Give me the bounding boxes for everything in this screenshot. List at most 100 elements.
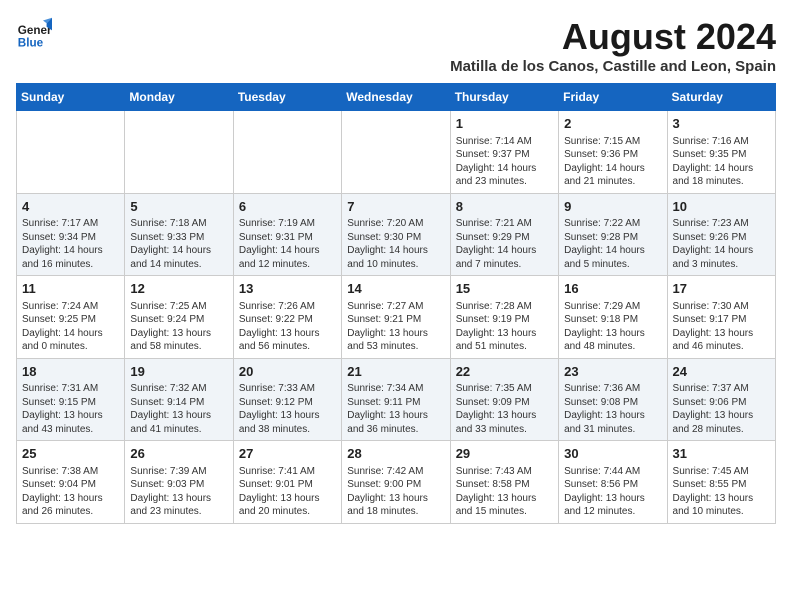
calendar-cell: 1Sunrise: 7:14 AM Sunset: 9:37 PM Daylig… [450, 111, 558, 194]
calendar-cell [342, 111, 450, 194]
day-number: 2 [564, 115, 661, 133]
calendar-cell: 22Sunrise: 7:35 AM Sunset: 9:09 PM Dayli… [450, 358, 558, 441]
calendar-cell: 31 Sunrise: 7:45 AM Sunset: 8:55 PM Dayli… [667, 441, 775, 524]
calendar-cell: 15 Sunrise: 7:28 AM Sunset: 9:19 PM Dayli… [450, 276, 558, 359]
day-number: 31 [673, 445, 770, 463]
calendar-cell [125, 111, 233, 194]
day-number: 4 [22, 198, 119, 216]
day-number: 5 [130, 198, 227, 216]
calendar-week-row: 18Sunrise: 7:31 AM Sunset: 9:15 PM Dayli… [17, 358, 776, 441]
day-info: Sunrise: 7:17 AM Sunset: 9:34 PM Dayligh… [22, 217, 119, 271]
day-number: 20 [239, 363, 336, 381]
day-number: 30 [564, 445, 661, 463]
day-info: Sunrise: 7:16 AM Sunset: 9:35 PM Dayligh… [673, 135, 770, 189]
day-info: Sunrise: 7:19 AM Sunset: 9:31 PM Dayligh… [239, 217, 336, 271]
day-info: Sunrise: 7:18 AM Sunset: 9:33 PM Dayligh… [130, 217, 227, 271]
day-info: Sunrise: 7:23 AM Sunset: 9:26 PM Dayligh… [673, 217, 770, 271]
day-info: Sunrise: 7:44 AM Sunset: 8:56 PM Dayligh… [564, 465, 661, 519]
day-info: Sunrise: 7:33 AM Sunset: 9:12 PM Dayligh… [239, 382, 336, 436]
day-info: Sunrise: 7:43 AM Sunset: 8:58 PM Dayligh… [456, 465, 553, 519]
day-info: Sunrise: 7:31 AM Sunset: 9:15 PM Dayligh… [22, 382, 119, 436]
day-number: 12 [130, 280, 227, 298]
day-of-week-header: Monday [125, 84, 233, 111]
day-info: Sunrise: 7:41 AM Sunset: 9:01 PM Dayligh… [239, 465, 336, 519]
calendar-cell [17, 111, 125, 194]
page-header: General Blue August 2024 Matilla de los … [16, 16, 776, 75]
calendar-cell: 2 Sunrise: 7:15 AM Sunset: 9:36 PM Daylig… [559, 111, 667, 194]
day-number: 28 [347, 445, 444, 463]
day-of-week-header: Tuesday [233, 84, 341, 111]
day-number: 24 [673, 363, 770, 381]
calendar-cell: 5Sunrise: 7:18 AM Sunset: 9:33 PM Daylig… [125, 193, 233, 276]
calendar-cell: 18Sunrise: 7:31 AM Sunset: 9:15 PM Dayli… [17, 358, 125, 441]
day-info: Sunrise: 7:30 AM Sunset: 9:17 PM Dayligh… [673, 300, 770, 354]
calendar-cell: 7Sunrise: 7:20 AM Sunset: 9:30 PM Daylig… [342, 193, 450, 276]
calendar-cell: 8Sunrise: 7:21 AM Sunset: 9:29 PM Daylig… [450, 193, 558, 276]
calendar-cell [233, 111, 341, 194]
day-number: 10 [673, 198, 770, 216]
day-number: 6 [239, 198, 336, 216]
day-number: 17 [673, 280, 770, 298]
day-info: Sunrise: 7:42 AM Sunset: 9:00 PM Dayligh… [347, 465, 444, 519]
calendar-cell: 23Sunrise: 7:36 AM Sunset: 9:08 PM Dayli… [559, 358, 667, 441]
day-number: 13 [239, 280, 336, 298]
day-number: 29 [456, 445, 553, 463]
header-row: SundayMondayTuesdayWednesdayThursdayFrid… [17, 84, 776, 111]
day-info: Sunrise: 7:25 AM Sunset: 9:24 PM Dayligh… [130, 300, 227, 354]
day-number: 21 [347, 363, 444, 381]
day-number: 15 [456, 280, 553, 298]
calendar-body: 1Sunrise: 7:14 AM Sunset: 9:37 PM Daylig… [17, 111, 776, 524]
calendar-cell: 13Sunrise: 7:26 AM Sunset: 9:22 PM Dayli… [233, 276, 341, 359]
calendar-week-row: 1Sunrise: 7:14 AM Sunset: 9:37 PM Daylig… [17, 111, 776, 194]
calendar-cell: 11 Sunrise: 7:24 AM Sunset: 9:25 PM Dayli… [17, 276, 125, 359]
title-area: August 2024 Matilla de los Canos, Castil… [450, 16, 776, 75]
calendar-cell: 26Sunrise: 7:39 AM Sunset: 9:03 PM Dayli… [125, 441, 233, 524]
day-info: Sunrise: 7:28 AM Sunset: 9:19 PM Dayligh… [456, 300, 553, 354]
calendar-table: SundayMondayTuesdayWednesdayThursdayFrid… [16, 83, 776, 524]
calendar-cell: 6Sunrise: 7:19 AM Sunset: 9:31 PM Daylig… [233, 193, 341, 276]
day-number: 16 [564, 280, 661, 298]
calendar-cell: 24Sunrise: 7:37 AM Sunset: 9:06 PM Dayli… [667, 358, 775, 441]
day-number: 3 [673, 115, 770, 133]
calendar-week-row: 11 Sunrise: 7:24 AM Sunset: 9:25 PM Dayli… [17, 276, 776, 359]
day-number: 9 [564, 198, 661, 216]
calendar-cell: 10Sunrise: 7:23 AM Sunset: 9:26 PM Dayli… [667, 193, 775, 276]
calendar-cell: 4Sunrise: 7:17 AM Sunset: 9:34 PM Daylig… [17, 193, 125, 276]
day-of-week-header: Friday [559, 84, 667, 111]
day-info: Sunrise: 7:32 AM Sunset: 9:14 PM Dayligh… [130, 382, 227, 436]
calendar-week-row: 25 Sunrise: 7:38 AM Sunset: 9:04 PM Dayli… [17, 441, 776, 524]
day-info: Sunrise: 7:20 AM Sunset: 9:30 PM Dayligh… [347, 217, 444, 271]
day-of-week-header: Thursday [450, 84, 558, 111]
calendar-cell: 29 Sunrise: 7:43 AM Sunset: 8:58 PM Dayli… [450, 441, 558, 524]
day-info: Sunrise: 7:22 AM Sunset: 9:28 PM Dayligh… [564, 217, 661, 271]
calendar-week-row: 4Sunrise: 7:17 AM Sunset: 9:34 PM Daylig… [17, 193, 776, 276]
day-info: Sunrise: 7:37 AM Sunset: 9:06 PM Dayligh… [673, 382, 770, 436]
day-number: 25 [22, 445, 119, 463]
calendar-cell: 25 Sunrise: 7:38 AM Sunset: 9:04 PM Dayli… [17, 441, 125, 524]
day-number: 27 [239, 445, 336, 463]
calendar-cell: 27 Sunrise: 7:41 AM Sunset: 9:01 PM Dayli… [233, 441, 341, 524]
day-info: Sunrise: 7:45 AM Sunset: 8:55 PM Dayligh… [673, 465, 770, 519]
day-info: Sunrise: 7:14 AM Sunset: 9:37 PM Dayligh… [456, 135, 553, 189]
day-number: 14 [347, 280, 444, 298]
calendar-cell: 28 Sunrise: 7:42 AM Sunset: 9:00 PM Dayli… [342, 441, 450, 524]
calendar-cell: 9Sunrise: 7:22 AM Sunset: 9:28 PM Daylig… [559, 193, 667, 276]
day-of-week-header: Wednesday [342, 84, 450, 111]
day-info: Sunrise: 7:24 AM Sunset: 9:25 PM Dayligh… [22, 300, 119, 354]
day-info: Sunrise: 7:39 AM Sunset: 9:03 PM Dayligh… [130, 465, 227, 519]
day-number: 23 [564, 363, 661, 381]
day-of-week-header: Sunday [17, 84, 125, 111]
day-info: Sunrise: 7:35 AM Sunset: 9:09 PM Dayligh… [456, 382, 553, 436]
calendar-cell: 14Sunrise: 7:27 AM Sunset: 9:21 PM Dayli… [342, 276, 450, 359]
logo: General Blue [16, 16, 52, 52]
logo-icon: General Blue [16, 16, 52, 52]
day-info: Sunrise: 7:21 AM Sunset: 9:29 PM Dayligh… [456, 217, 553, 271]
calendar-cell: 17 Sunrise: 7:30 AM Sunset: 9:17 PM Dayli… [667, 276, 775, 359]
day-number: 18 [22, 363, 119, 381]
day-info: Sunrise: 7:15 AM Sunset: 9:36 PM Dayligh… [564, 135, 661, 189]
calendar-header: SundayMondayTuesdayWednesdayThursdayFrid… [17, 84, 776, 111]
day-number: 22 [456, 363, 553, 381]
day-of-week-header: Saturday [667, 84, 775, 111]
day-info: Sunrise: 7:38 AM Sunset: 9:04 PM Dayligh… [22, 465, 119, 519]
day-number: 11 [22, 280, 119, 298]
